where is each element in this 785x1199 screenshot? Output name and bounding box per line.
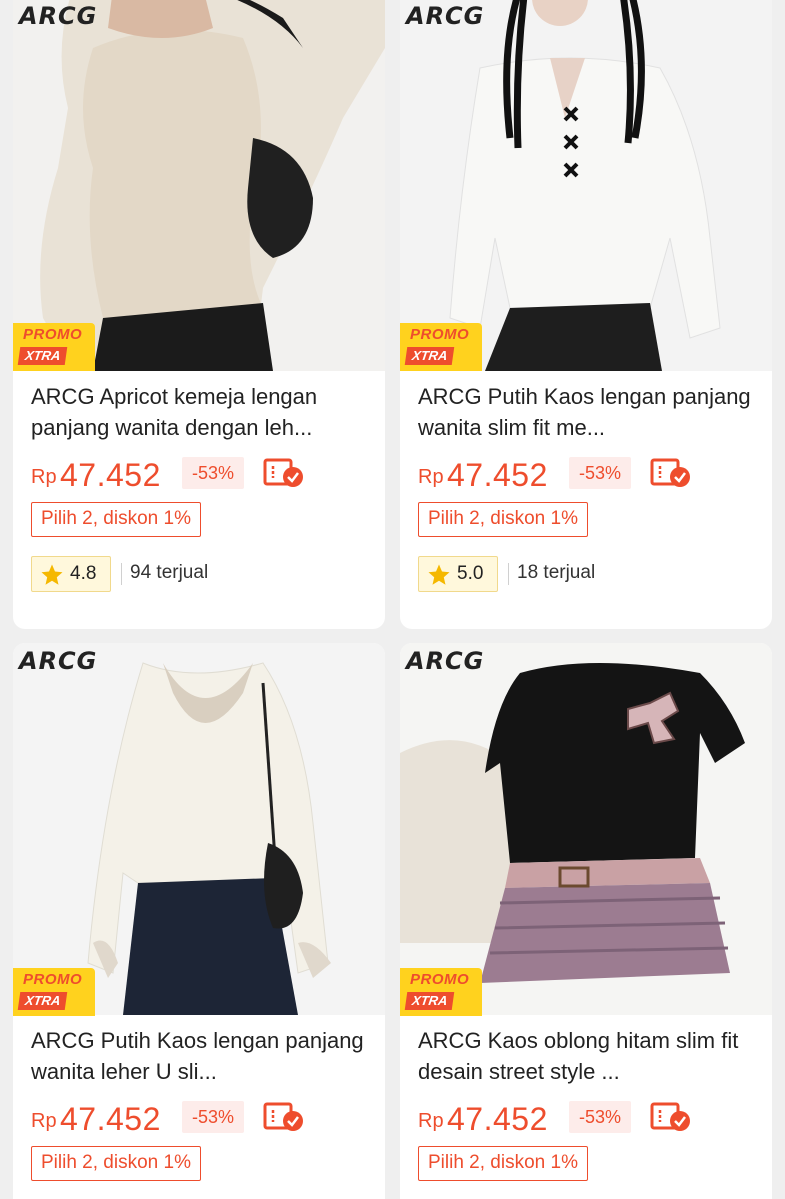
- discount-badge: -53%: [182, 1101, 244, 1133]
- brand-logo: ARCG: [19, 2, 98, 30]
- price-currency: Rp: [31, 466, 57, 488]
- discount-badge: -53%: [569, 457, 631, 489]
- rating-value: 4.8: [70, 563, 97, 584]
- bundle-discount-tag: Pilih 2, diskon 1%: [418, 1146, 588, 1181]
- xtra-label: XTRA: [17, 347, 68, 365]
- product-image[interactable]: [400, 643, 772, 1015]
- xtra-label: XTRA: [404, 347, 455, 365]
- product-title[interactable]: ARCG Putih Kaos lengan panjang wanita le…: [31, 1025, 371, 1087]
- product-image[interactable]: [13, 0, 385, 371]
- voucher-check-icon: [263, 458, 303, 487]
- product-card[interactable]: ARCG PROMO XTRA ARCG Putih Kaos lengan p…: [13, 643, 385, 1199]
- bundle-discount-tag: Pilih 2, diskon 1%: [418, 502, 588, 537]
- promo-label: PROMO: [410, 971, 470, 988]
- price-row: Rp 47.452 -53%: [31, 1098, 371, 1138]
- price-row: Rp 47.452 -53%: [418, 1098, 758, 1138]
- price-amount: 47.452: [447, 457, 548, 493]
- xtra-label: XTRA: [404, 992, 455, 1010]
- bundle-discount-tag: Pilih 2, diskon 1%: [31, 1146, 201, 1181]
- product-image[interactable]: [400, 0, 772, 371]
- price-amount: 47.452: [60, 457, 161, 493]
- product-card[interactable]: ARCG PROMO XTRA ARCG Putih Kaos lengan p…: [400, 0, 772, 629]
- divider: [121, 563, 122, 585]
- bundle-discount-tag: Pilih 2, diskon 1%: [31, 502, 201, 537]
- product-image[interactable]: [13, 643, 385, 1015]
- discount-badge: -53%: [182, 457, 244, 489]
- promo-xtra-badge: PROMO XTRA: [400, 968, 482, 1016]
- price-currency: Rp: [418, 466, 444, 488]
- voucher-check-icon: [263, 1102, 303, 1131]
- price-amount: 47.452: [60, 1101, 161, 1137]
- sold-count: 18 terjual: [517, 562, 596, 583]
- rating-pill: 5.0: [418, 556, 498, 592]
- divider: [508, 563, 509, 585]
- rating-value: 5.0: [457, 563, 484, 584]
- brand-logo: ARCG: [406, 647, 485, 675]
- brand-logo: ARCG: [406, 2, 485, 30]
- price-amount: 47.452: [447, 1101, 548, 1137]
- voucher-check-icon: [650, 458, 690, 487]
- promo-xtra-badge: PROMO XTRA: [13, 323, 95, 371]
- price-currency: Rp: [31, 1110, 57, 1132]
- star-icon: [41, 564, 63, 585]
- xtra-label: XTRA: [17, 992, 68, 1010]
- sold-count: 94 terjual: [130, 562, 209, 583]
- price-currency: Rp: [418, 1110, 444, 1132]
- price-row: Rp 47.452 -53%: [31, 454, 371, 494]
- promo-xtra-badge: PROMO XTRA: [13, 968, 95, 1016]
- product-title[interactable]: ARCG Kaos oblong hitam slim fit desain s…: [418, 1025, 758, 1087]
- brand-logo: ARCG: [19, 647, 98, 675]
- promo-label: PROMO: [23, 326, 83, 343]
- voucher-check-icon: [650, 1102, 690, 1131]
- star-icon: [428, 564, 450, 585]
- product-title[interactable]: ARCG Apricot kemeja lengan panjang wanit…: [31, 381, 371, 443]
- promo-xtra-badge: PROMO XTRA: [400, 323, 482, 371]
- product-title[interactable]: ARCG Putih Kaos lengan panjang wanita sl…: [418, 381, 758, 443]
- product-grid: ARCG PROMO XTRA ARCG Apricot kemeja leng…: [0, 0, 785, 1199]
- rating-pill: 4.8: [31, 556, 111, 592]
- product-card[interactable]: ARCG PROMO XTRA ARCG Kaos oblong hitam s…: [400, 643, 772, 1199]
- promo-label: PROMO: [23, 971, 83, 988]
- promo-label: PROMO: [410, 326, 470, 343]
- discount-badge: -53%: [569, 1101, 631, 1133]
- price-row: Rp 47.452 -53%: [418, 454, 758, 494]
- product-card[interactable]: ARCG PROMO XTRA ARCG Apricot kemeja leng…: [13, 0, 385, 629]
